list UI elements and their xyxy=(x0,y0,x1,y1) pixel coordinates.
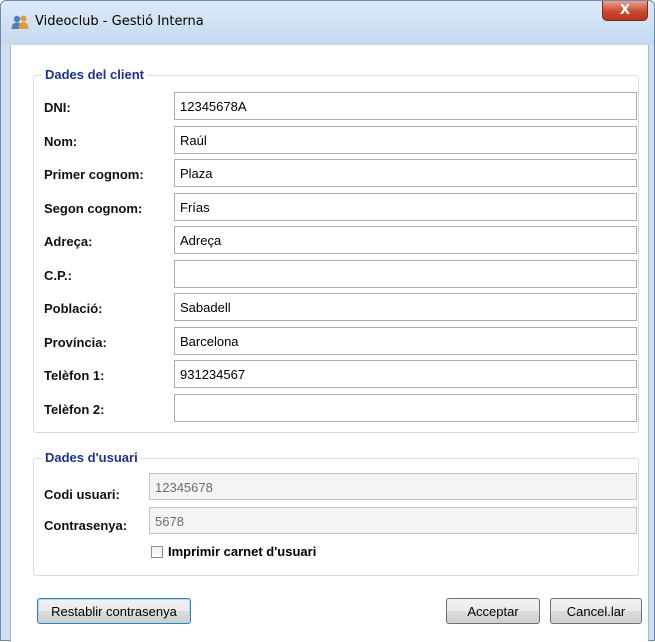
cp-input[interactable] xyxy=(174,259,637,288)
print-card-checkbox[interactable] xyxy=(151,546,163,558)
adreca-input[interactable]: Adreça xyxy=(174,226,637,254)
poblacio-input[interactable]: Sabadell xyxy=(174,293,637,321)
user-data-legend: Dades d'usuari xyxy=(42,450,141,465)
telefon-2-label: Telèfon 2: xyxy=(44,401,105,417)
dni-input[interactable]: 12345678A xyxy=(174,92,637,120)
primer-cognom-input[interactable]: Plaza xyxy=(174,159,637,187)
dialog-window: Videoclub - Gestió Interna X Dades del c… xyxy=(0,0,655,642)
password-label: Contrasenya: xyxy=(44,518,128,533)
user-code-field: 12345678 xyxy=(149,473,637,500)
telefon-1-label: Telèfon 1: xyxy=(44,368,105,383)
nom-label: Nom: xyxy=(44,133,78,149)
segon-cognom-input[interactable]: Frías xyxy=(174,192,637,221)
cancel-button[interactable]: Cancel.lar xyxy=(550,598,642,624)
close-button[interactable]: X xyxy=(602,1,648,21)
poblacio-label: Població: xyxy=(44,301,103,316)
close-icon: X xyxy=(619,3,631,18)
cp-label: C.P.: xyxy=(44,267,72,283)
password-field: 5678 xyxy=(149,507,637,534)
reset-password-button[interactable]: Restablir contrasenya xyxy=(37,598,191,624)
dialog-content: Dades del client DNI: 12345678A Nom: Raúl Pr… xyxy=(10,45,649,642)
print-card-label[interactable]: Imprimir carnet d'usuari xyxy=(168,544,316,559)
title-bar[interactable]: Videoclub - Gestió Interna X xyxy=(1,1,654,45)
adreca-label: Adreça: xyxy=(44,234,93,249)
client-data-legend: Dades del client xyxy=(42,67,147,82)
user-code-label: Codi usuari: xyxy=(44,487,120,502)
provincia-input[interactable]: Barcelona xyxy=(174,326,637,355)
telefon-2-input[interactable] xyxy=(174,393,637,422)
nom-input[interactable]: Raúl xyxy=(174,125,637,154)
provincia-label: Província: xyxy=(44,334,107,350)
users-icon xyxy=(11,15,29,29)
window-title: Videoclub - Gestió Interna xyxy=(35,14,204,29)
accept-button[interactable]: Acceptar xyxy=(446,598,540,624)
segon-cognom-label: Segon cognom: xyxy=(44,200,143,216)
dni-label: DNI: xyxy=(44,100,71,115)
primer-cognom-label: Primer cognom: xyxy=(44,167,144,182)
telefon-1-input[interactable]: 931234567 xyxy=(174,360,637,388)
